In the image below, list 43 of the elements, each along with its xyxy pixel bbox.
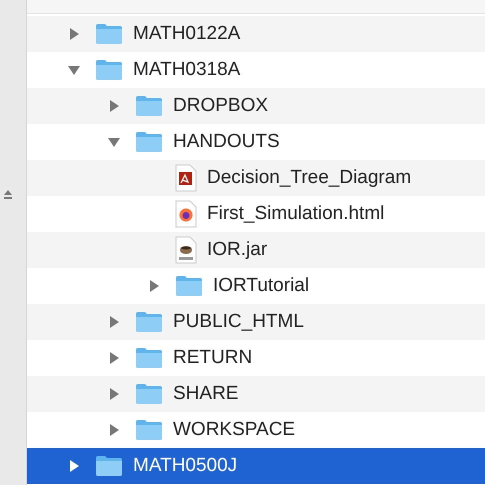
file-name: RETURN <box>173 347 252 369</box>
file-row[interactable]: SHARE <box>27 376 485 412</box>
file-name: HANDOUTS <box>173 131 280 153</box>
folder-icon <box>135 419 163 441</box>
jar-file-icon <box>175 236 197 264</box>
folder-icon <box>135 347 163 369</box>
file-name: SHARE <box>173 383 238 405</box>
disclosure-triangle-down-icon[interactable] <box>107 135 121 149</box>
file-name: Decision_Tree_Diagram <box>207 167 412 189</box>
disclosure-triangle-right-icon[interactable] <box>147 279 161 293</box>
file-name: MATH0122A <box>133 23 240 45</box>
folder-icon <box>135 131 163 153</box>
file-name: WORKSPACE <box>173 419 296 441</box>
folder-icon <box>95 23 123 45</box>
file-row[interactable]: MATH0122A <box>27 16 485 52</box>
folder-icon <box>135 95 163 117</box>
disclosure-triangle-right-icon[interactable] <box>67 459 81 473</box>
folder-icon <box>135 383 163 405</box>
file-row[interactable]: DROPBOX <box>27 88 485 124</box>
folder-icon <box>95 455 123 477</box>
file-row[interactable]: PUBLIC_HTML <box>27 304 485 340</box>
file-name: IORTutorial <box>213 275 310 297</box>
file-row[interactable]: Decision_Tree_Diagram <box>27 160 485 196</box>
folder-icon <box>175 275 203 297</box>
disclosure-triangle-right-icon[interactable] <box>107 423 121 437</box>
disclosure-triangle-right-icon[interactable] <box>107 99 121 113</box>
file-name: MATH0500J <box>133 455 238 477</box>
disclosure-triangle-right-icon[interactable] <box>107 315 121 329</box>
disclosure-triangle-down-icon[interactable] <box>67 63 81 77</box>
disclosure-triangle-right-icon[interactable] <box>107 351 121 365</box>
file-name: IOR.jar <box>207 239 268 261</box>
pdf-file-icon <box>175 164 197 192</box>
browser-file-icon <box>175 200 197 228</box>
folder-icon <box>135 311 163 333</box>
file-name: First_Simulation.html <box>207 203 384 225</box>
disclosure-triangle-right-icon[interactable] <box>107 387 121 401</box>
folder-icon <box>95 59 123 81</box>
file-name: PUBLIC_HTML <box>173 311 304 333</box>
file-row[interactable]: IOR.jar <box>27 232 485 268</box>
disclosure-triangle-right-icon[interactable] <box>67 27 81 41</box>
file-name: MATH0318A <box>133 59 240 81</box>
file-name: DROPBOX <box>173 95 268 117</box>
file-row[interactable]: MATH0500J <box>27 448 485 484</box>
